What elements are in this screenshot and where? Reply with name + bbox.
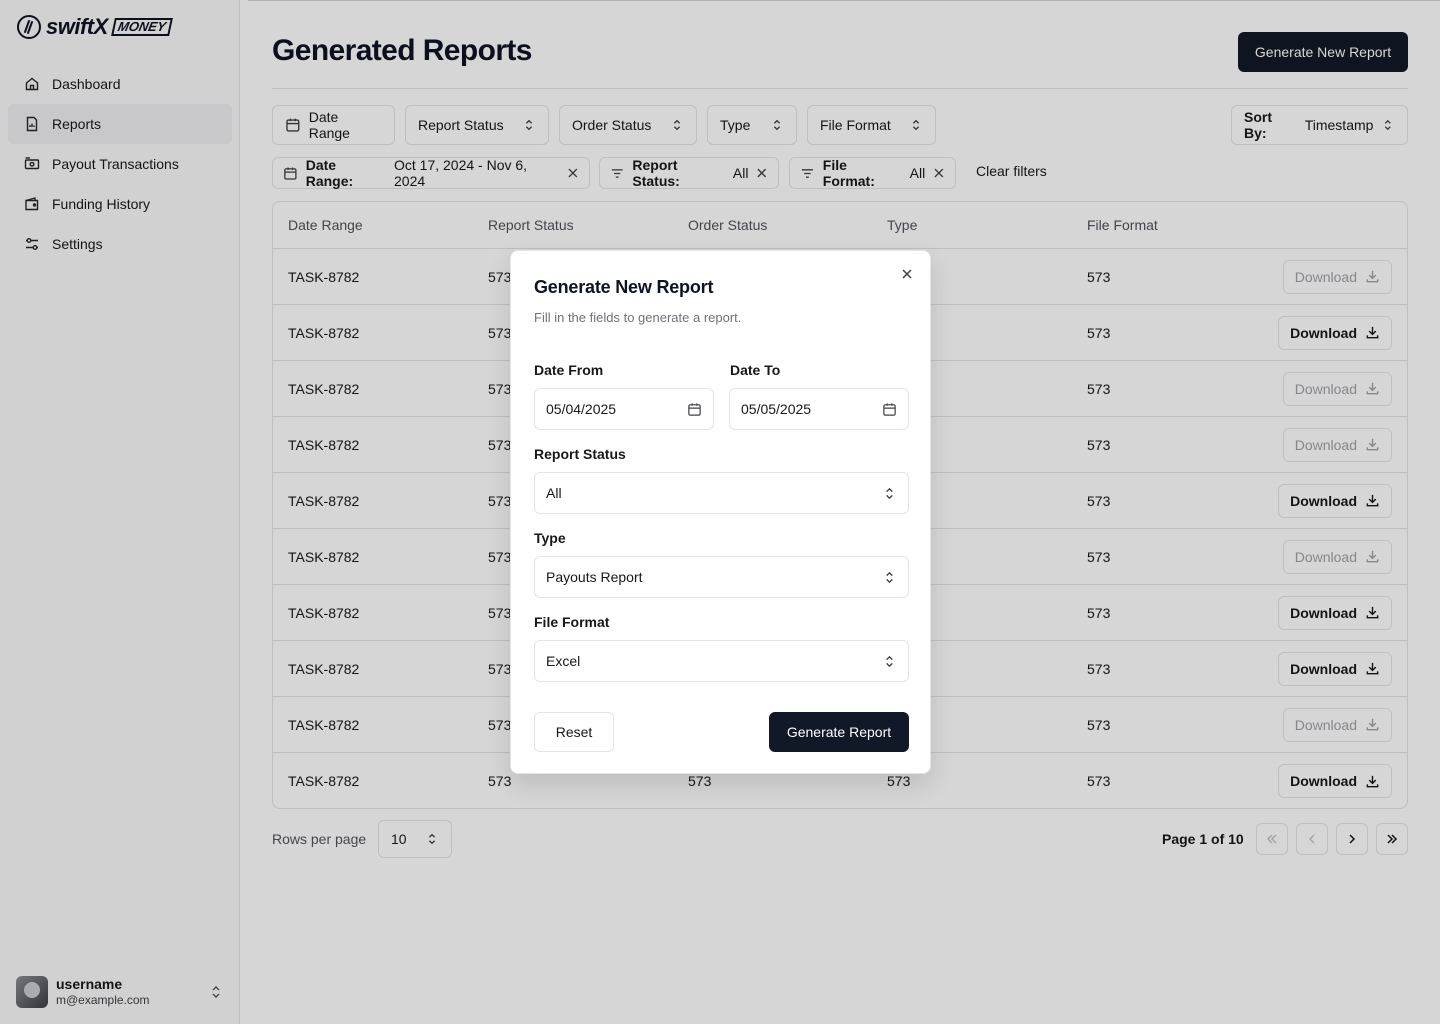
file-format-value: Excel (546, 653, 581, 669)
date-to-label: Date To (730, 362, 781, 378)
date-from-input[interactable]: 05/04/2025 (534, 388, 714, 430)
file-format-label: File Format (534, 614, 610, 630)
report-status-value: All (546, 485, 562, 501)
type-label: Type (534, 530, 566, 546)
dialog-title: Generate New Report (534, 277, 714, 297)
calendar-icon (883, 402, 896, 416)
file-format-select[interactable]: Excel (534, 640, 909, 682)
report-status-select[interactable]: All (534, 472, 909, 514)
chevrons-up-down-icon (886, 655, 893, 667)
report-status-label: Report Status (534, 446, 626, 462)
chevrons-up-down-icon (886, 571, 893, 583)
reset-button[interactable]: Reset (534, 712, 614, 752)
date-to-value: 05/05/2025 (741, 401, 812, 417)
generate-report-button[interactable]: Generate Report (769, 712, 909, 752)
date-from-label: Date From (534, 362, 604, 378)
generate-report-dialog: Generate New Report Fill in the fields t… (510, 250, 931, 774)
chevrons-up-down-icon (886, 487, 893, 499)
type-value: Payouts Report (546, 569, 643, 585)
date-to-input[interactable]: 05/05/2025 (729, 388, 909, 430)
dialog-description: Fill in the fields to generate a report. (534, 310, 742, 325)
type-select[interactable]: Payouts Report (534, 556, 909, 598)
close-icon[interactable] (900, 267, 914, 281)
date-from-value: 05/04/2025 (546, 401, 617, 417)
calendar-icon (688, 402, 701, 416)
